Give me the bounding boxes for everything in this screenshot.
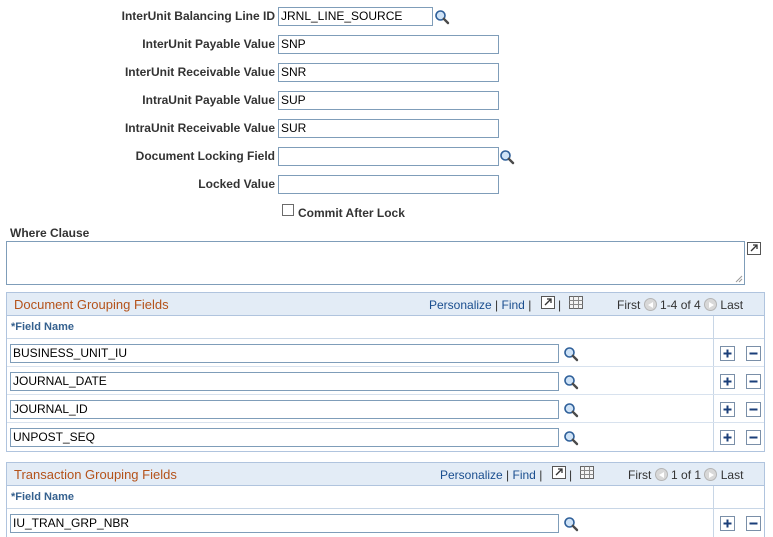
receivable-value-input[interactable]: SNR (278, 63, 499, 82)
transaction-grid-rows: IU_TRAN_GRP_NBR (7, 509, 764, 537)
row-range: 1 of 1 (671, 468, 702, 482)
field-name-column-header: *Field Name (11, 491, 74, 503)
add-row-button[interactable] (720, 374, 735, 389)
where-clause-textarea[interactable] (6, 241, 745, 285)
field-name-column-header: *Field Name (11, 321, 74, 333)
table-row: UNPOST_SEQ (7, 423, 764, 451)
row-range: 1-4 of 4 (660, 298, 701, 312)
field-name-input[interactable]: JOURNAL_DATE (10, 372, 559, 391)
grid-pagination: First 1-4 of 4 Last (617, 298, 743, 312)
where-clause-label: Where Clause (10, 226, 90, 240)
grid-nav: Personalize | Find | (440, 468, 542, 482)
lookup-icon[interactable] (499, 149, 515, 165)
personalize-link[interactable]: Personalize (429, 298, 492, 312)
expand-textarea-icon[interactable] (747, 242, 761, 255)
add-row-button[interactable] (720, 402, 735, 417)
doc-locking-field-label: Document Locking Field (135, 149, 275, 163)
separator: | (506, 468, 510, 482)
next-arrow-icon[interactable] (704, 468, 718, 481)
payable-value-label: InterUnit Payable Value (142, 37, 275, 51)
first-label[interactable]: First (617, 298, 640, 312)
document-grouping-grid: Document Grouping Fields Personalize | F… (6, 292, 765, 452)
transaction-grouping-grid: Transaction Grouping Fields Personalize … (6, 462, 765, 537)
grid-header: Document Grouping Fields Personalize | F… (7, 293, 764, 316)
first-label[interactable]: First (628, 468, 651, 482)
grid-title: Transaction Grouping Fields (14, 467, 177, 482)
lookup-icon[interactable] (563, 430, 579, 446)
intra-receivable-value-input[interactable]: SUR (278, 119, 499, 138)
field-name-input[interactable]: UNPOST_SEQ (10, 428, 559, 447)
separator: | (558, 298, 562, 312)
balancing-line-id-label: InterUnit Balancing Line ID (121, 9, 275, 23)
grid-header: Transaction Grouping Fields Personalize … (7, 463, 764, 486)
table-row: IU_TRAN_GRP_NBR (7, 509, 764, 537)
payable-value-input[interactable]: SNP (278, 35, 499, 54)
receivable-value-label: InterUnit Receivable Value (124, 65, 275, 79)
intra-receivable-value-label: IntraUnit Receivable Value (124, 121, 275, 135)
grid-nav: Personalize | Find | (429, 298, 531, 312)
grid-download-icon[interactable] (580, 466, 594, 479)
find-link[interactable]: Find (513, 468, 536, 482)
separator: | (539, 468, 543, 482)
lookup-icon[interactable] (434, 9, 450, 25)
previous-arrow-icon[interactable] (654, 468, 668, 481)
lookup-icon[interactable] (563, 516, 579, 532)
column-header-row: *Field Name (7, 316, 764, 339)
delete-row-button[interactable] (746, 516, 761, 531)
delete-row-button[interactable] (746, 402, 761, 417)
previous-arrow-icon[interactable] (643, 298, 657, 311)
lookup-icon[interactable] (563, 374, 579, 390)
separator: | (495, 298, 499, 312)
grid-pagination: First 1 of 1 Last (628, 468, 743, 482)
commit-after-lock-checkbox[interactable] (282, 204, 294, 216)
resize-grip-icon[interactable] (735, 275, 743, 283)
table-row: BUSINESS_UNIT_IU (7, 339, 764, 367)
document-grid-rows: BUSINESS_UNIT_IU JOURNAL_DATE JOURNAL_ID… (7, 339, 764, 451)
lookup-icon[interactable] (563, 346, 579, 362)
doc-locking-field-input[interactable] (278, 147, 499, 166)
view-all-icon[interactable] (552, 466, 566, 479)
add-row-button[interactable] (720, 346, 735, 361)
balancing-line-id-input[interactable]: JRNL_LINE_SOURCE (278, 7, 433, 26)
last-label[interactable]: Last (720, 298, 743, 312)
grid-download-icon[interactable] (569, 296, 583, 309)
delete-row-button[interactable] (746, 430, 761, 445)
locked-value-label: Locked Value (198, 177, 275, 191)
separator: | (528, 298, 532, 312)
intra-payable-value-label: IntraUnit Payable Value (142, 93, 275, 107)
table-row: JOURNAL_ID (7, 395, 764, 423)
personalize-link[interactable]: Personalize (440, 468, 503, 482)
last-label[interactable]: Last (721, 468, 744, 482)
column-header-row: *Field Name (7, 486, 764, 509)
field-name-input[interactable]: BUSINESS_UNIT_IU (10, 344, 559, 363)
table-row: JOURNAL_DATE (7, 367, 764, 395)
delete-row-button[interactable] (746, 346, 761, 361)
delete-row-button[interactable] (746, 374, 761, 389)
add-row-button[interactable] (720, 430, 735, 445)
next-arrow-icon[interactable] (704, 298, 718, 311)
add-row-button[interactable] (720, 516, 735, 531)
locked-value-input[interactable] (278, 175, 499, 194)
view-all-icon[interactable] (541, 296, 555, 309)
field-name-input[interactable]: IU_TRAN_GRP_NBR (10, 514, 559, 533)
commit-after-lock-label: Commit After Lock (298, 206, 405, 220)
lookup-icon[interactable] (563, 402, 579, 418)
separator: | (569, 468, 573, 482)
find-link[interactable]: Find (502, 298, 525, 312)
field-name-input[interactable]: JOURNAL_ID (10, 400, 559, 419)
grid-title: Document Grouping Fields (14, 297, 169, 312)
intra-payable-value-input[interactable]: SUP (278, 91, 499, 110)
